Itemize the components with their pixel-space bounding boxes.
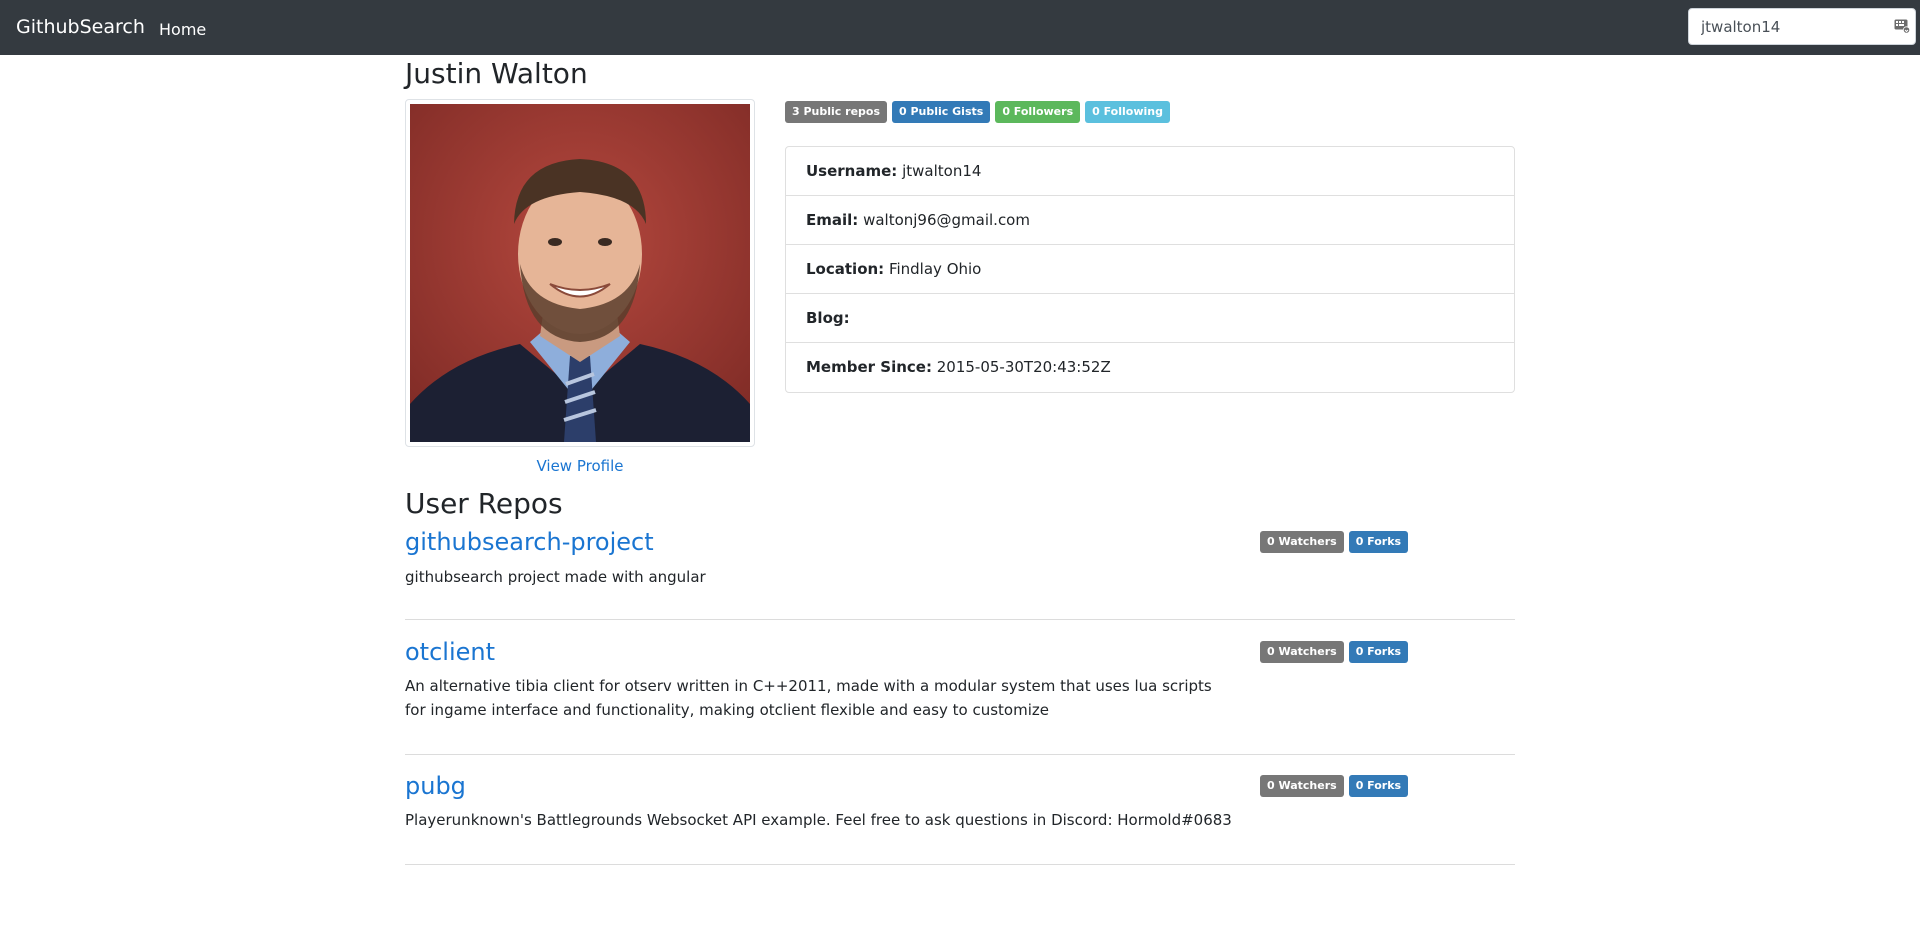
location-value: Findlay Ohio xyxy=(888,260,982,278)
blog-label: Blog: xyxy=(806,309,850,327)
repo-item: otclient 0 Watchers 0 Forks An alternati… xyxy=(405,637,1515,755)
view-profile-link[interactable]: View Profile xyxy=(405,457,755,475)
member-since-value: 2015-05-30T20:43:52Z xyxy=(936,358,1111,376)
email-row: Email: waltonj96@gmail.com xyxy=(786,196,1514,245)
public-gists-badge: 0 Public Gists xyxy=(892,101,991,123)
profile-info-list: Username: jtwalton14 Email: waltonj96@gm… xyxy=(785,146,1515,393)
email-value: waltonj96@gmail.com xyxy=(863,211,1030,229)
followers-badge: 0 Followers xyxy=(995,101,1081,123)
repo-description: Playerunknown's Battlegrounds Websocket … xyxy=(405,811,1232,829)
repo-badges: 0 Watchers 0 Forks xyxy=(1260,775,1409,797)
profile-badges: 3 Public repos 0 Public Gists 0 Follower… xyxy=(785,101,1170,123)
username-row: Username: jtwalton14 xyxy=(786,147,1514,196)
username-label: Username: xyxy=(806,162,898,180)
member-since-row: Member Since: 2015-05-30T20:43:52Z xyxy=(786,343,1514,392)
email-label: Email: xyxy=(806,211,859,229)
public-repos-badge: 3 Public repos xyxy=(785,101,888,123)
username-value: jtwalton14 xyxy=(902,162,982,180)
location-row: Location: Findlay Ohio xyxy=(786,245,1514,294)
repo-badges: 0 Watchers 0 Forks xyxy=(1260,641,1409,663)
avatar-frame xyxy=(405,99,755,447)
watchers-badge: 0 Watchers xyxy=(1260,531,1344,553)
repo-badges: 0 Watchers 0 Forks xyxy=(1260,531,1409,553)
search-box xyxy=(1688,8,1916,45)
forks-badge: 0 Forks xyxy=(1348,775,1409,797)
nav-home-link[interactable]: Home xyxy=(159,20,206,39)
repo-name-link[interactable]: otclient xyxy=(405,637,495,667)
avatar xyxy=(410,104,750,442)
repo-name-link[interactable]: githubsearch-project xyxy=(405,527,654,557)
brand-link[interactable]: GithubSearch xyxy=(16,16,145,38)
profile-name: Justin Walton xyxy=(405,57,588,90)
search-input[interactable] xyxy=(1689,9,1889,44)
forks-badge: 0 Forks xyxy=(1348,531,1409,553)
member-since-label: Member Since: xyxy=(806,358,932,376)
keyboard-icon[interactable] xyxy=(1894,18,1911,34)
repo-item: githubsearch-project 0 Watchers 0 Forks … xyxy=(405,527,1515,620)
watchers-badge: 0 Watchers xyxy=(1260,775,1344,797)
following-badge: 0 Following xyxy=(1085,101,1170,123)
navbar: GithubSearch Home xyxy=(0,0,1920,55)
blog-row: Blog: xyxy=(786,294,1514,343)
repo-name-link[interactable]: pubg xyxy=(405,771,466,801)
repo-description: githubsearch project made with angular xyxy=(405,568,706,586)
repo-item: pubg 0 Watchers 0 Forks Playerunknown's … xyxy=(405,771,1515,865)
forks-badge: 0 Forks xyxy=(1348,641,1409,663)
location-label: Location: xyxy=(806,260,885,278)
repos-title: User Repos xyxy=(405,487,563,520)
repo-description: An alternative tibia client for otserv w… xyxy=(405,677,1212,719)
watchers-badge: 0 Watchers xyxy=(1260,641,1344,663)
